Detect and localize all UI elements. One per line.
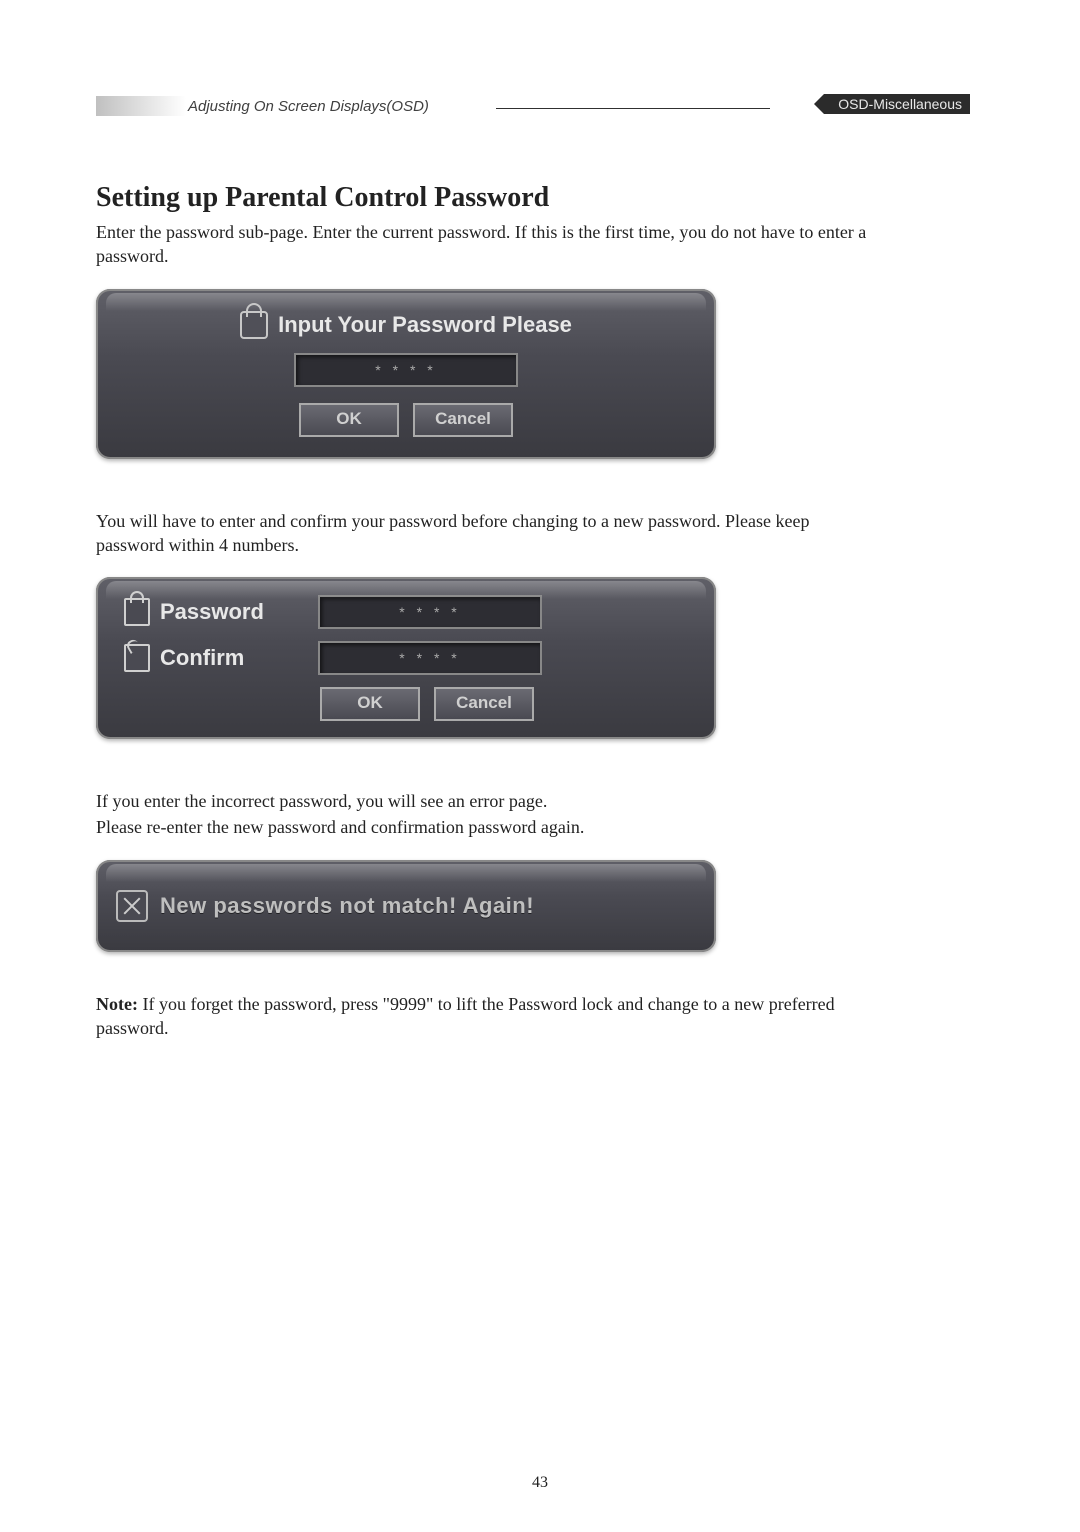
osd3-row: New passwords not match! Again! bbox=[116, 890, 696, 922]
osd2-confirm-label-wrap: Confirm bbox=[124, 644, 304, 672]
error-icon bbox=[116, 890, 148, 922]
header-badge: OSD-Miscellaneous bbox=[824, 94, 970, 114]
lock-icon bbox=[240, 311, 268, 339]
intro-paragraph: Enter the password sub-page. Enter the c… bbox=[96, 220, 876, 269]
osd2-buttons: OK Cancel bbox=[320, 687, 688, 721]
osd-error-dialog: New passwords not match! Again! bbox=[96, 860, 716, 952]
osd-input-password-dialog: Input Your Password Please * * * * OK Ca… bbox=[96, 289, 716, 459]
osd2-confirm-label: Confirm bbox=[160, 645, 244, 671]
osd2-confirm-input[interactable]: * * * * bbox=[318, 641, 542, 675]
osd1-title: Input Your Password Please bbox=[278, 312, 572, 338]
osd2-password-label: Password bbox=[160, 599, 264, 625]
section-heading: Setting up Parental Control Password bbox=[96, 182, 876, 214]
osd3-message: New passwords not match! Again! bbox=[160, 893, 534, 919]
breadcrumb: Adjusting On Screen Displays(OSD) bbox=[188, 98, 429, 115]
paragraph-3b: Please re-enter the new password and con… bbox=[96, 815, 876, 839]
lock-closed-icon bbox=[124, 598, 150, 626]
content: Setting up Parental Control Password Ent… bbox=[96, 182, 876, 1060]
note-label: Note: bbox=[96, 994, 138, 1014]
cancel-button[interactable]: Cancel bbox=[413, 403, 513, 437]
osd2-password-input[interactable]: * * * * bbox=[318, 595, 542, 629]
osd1-password-input[interactable]: * * * * bbox=[294, 353, 518, 387]
cancel-button[interactable]: Cancel bbox=[434, 687, 534, 721]
osd-change-password-dialog: Password * * * * Confirm * * * * OK Canc… bbox=[96, 577, 716, 739]
paragraph-2: You will have to enter and confirm your … bbox=[96, 509, 876, 558]
osd2-password-label-wrap: Password bbox=[124, 598, 304, 626]
note-text: If you forget the password, press "9999"… bbox=[96, 994, 835, 1038]
osd1-buttons: OK Cancel bbox=[124, 403, 688, 437]
page-number: 43 bbox=[0, 1474, 1080, 1492]
page-header: Adjusting On Screen Displays(OSD) OSD-Mi… bbox=[96, 98, 970, 122]
paragraph-3a: If you enter the incorrect password, you… bbox=[96, 789, 876, 813]
lock-open-icon bbox=[124, 644, 150, 672]
ok-button[interactable]: OK bbox=[299, 403, 399, 437]
osd2-confirm-row: Confirm * * * * bbox=[124, 641, 688, 675]
header-rule bbox=[496, 108, 770, 109]
osd2-password-row: Password * * * * bbox=[124, 595, 688, 629]
ok-button[interactable]: OK bbox=[320, 687, 420, 721]
header-gradient bbox=[96, 96, 186, 116]
note-paragraph: Note: If you forget the password, press … bbox=[96, 992, 876, 1041]
osd1-title-row: Input Your Password Please bbox=[124, 311, 688, 339]
